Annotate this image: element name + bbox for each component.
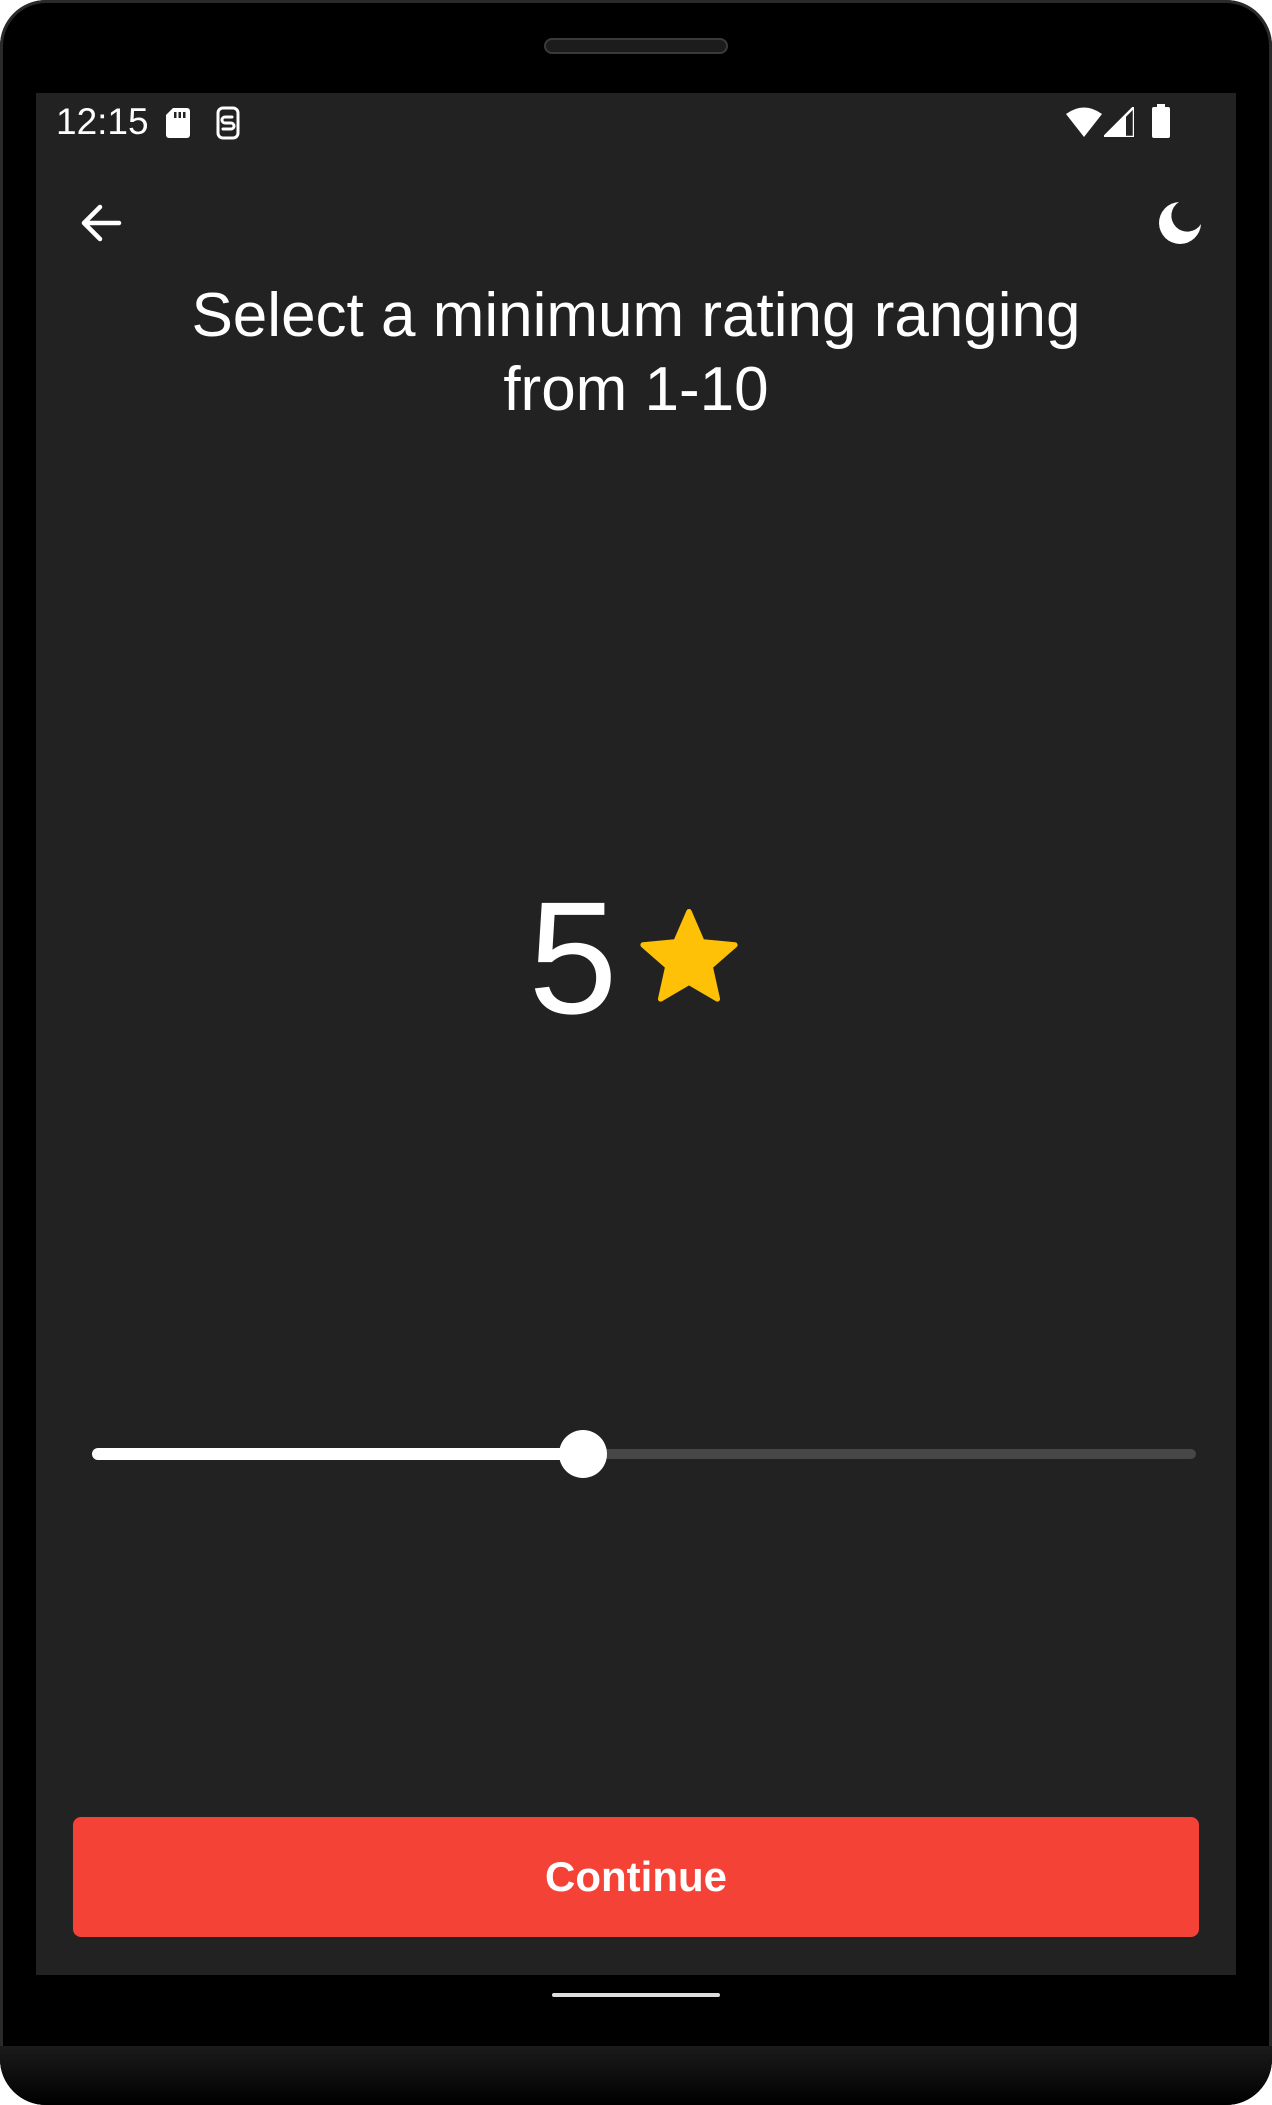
device-frame: 12:15 Select a minimum rating ranging fr… <box>0 0 1272 2105</box>
slider-thumb[interactable] <box>558 1430 607 1478</box>
continue-button[interactable]: Continue <box>73 1817 1199 1937</box>
app-screen: 12:15 Select a minimum rating ranging fr… <box>36 93 1236 1975</box>
battery-icon <box>1152 104 1170 138</box>
wifi-icon <box>1066 107 1102 137</box>
rating-slider[interactable] <box>92 1419 1196 1489</box>
device-speaker <box>544 38 728 54</box>
theme-toggle-button[interactable] <box>1140 183 1220 263</box>
arrow-left-icon <box>81 204 122 242</box>
device-chin <box>0 2046 1272 2105</box>
screenshot-icon <box>216 106 240 140</box>
app-bar <box>36 183 1236 263</box>
moon-icon <box>1159 202 1201 244</box>
home-indicator <box>552 1993 720 1997</box>
rating-value: 5 <box>528 868 618 1047</box>
slider-active-track <box>92 1448 583 1460</box>
status-bar: 12:15 <box>36 93 1236 149</box>
status-time: 12:15 <box>56 101 149 142</box>
page-title: Select a minimum rating ranging from 1-1… <box>191 281 1081 424</box>
signal-icon <box>1104 107 1134 137</box>
back-button[interactable] <box>61 183 141 263</box>
sd-card-icon <box>166 108 190 138</box>
star-icon <box>640 908 739 1002</box>
rating-display: 5 <box>36 873 1236 1043</box>
